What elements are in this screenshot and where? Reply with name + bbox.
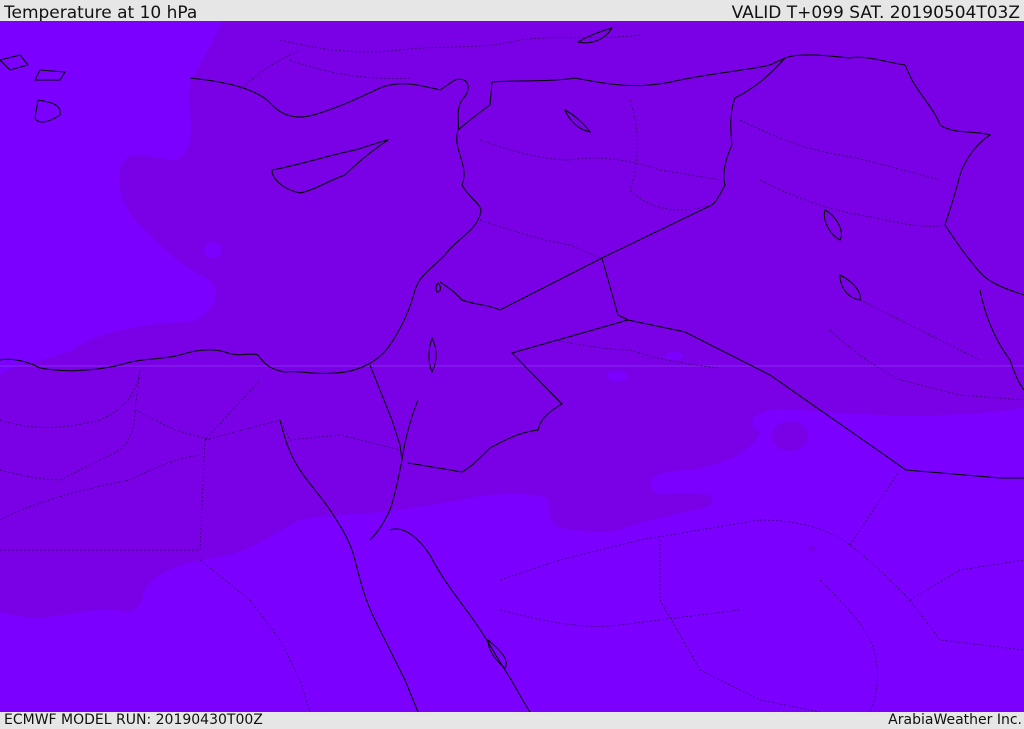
cool-temperature-band xyxy=(665,352,683,360)
weather-map[interactable] xyxy=(0,21,1024,712)
header-bar: Temperature at 10 hPa VALID T+099 SAT. 2… xyxy=(0,0,1024,23)
cool-temperature-band xyxy=(606,371,628,381)
credit-label: ArabiaWeather Inc. xyxy=(888,712,1022,728)
model-run-label: ECMWF MODEL RUN: 20190430T00Z xyxy=(4,712,263,728)
footer-bar: ECMWF MODEL RUN: 20190430T00Z ArabiaWeat… xyxy=(0,712,1024,729)
valid-time-label: VALID T+099 SAT. 20190504T03Z xyxy=(731,3,1020,23)
warm-temperature-band xyxy=(808,546,816,552)
map-title: Temperature at 10 hPa xyxy=(4,3,198,23)
warm-temperature-band xyxy=(772,421,808,451)
cool-temperature-band xyxy=(204,242,222,258)
